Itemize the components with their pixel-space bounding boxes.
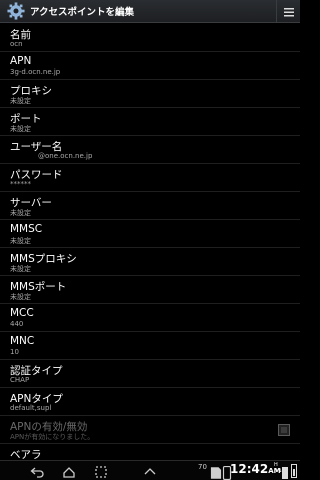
field-mnc[interactable]: MNC 10: [0, 332, 300, 360]
chevron-up-icon[interactable]: [143, 464, 157, 478]
field-mcc[interactable]: MCC 440: [0, 304, 300, 332]
system-navigation-bar: 70 12:42AM H ↑↓: [0, 460, 300, 480]
field-apn-type[interactable]: APNタイプ default,supl: [0, 388, 300, 416]
gear-icon[interactable]: [6, 1, 26, 21]
field-value: 未設定: [10, 237, 31, 245]
page-title: アクセスポイントを編集: [30, 7, 135, 18]
field-label: MNC: [10, 335, 35, 347]
field-password[interactable]: パスワード ******: [0, 164, 300, 192]
field-value: 未設定: [10, 125, 31, 133]
field-value: 未設定: [10, 265, 31, 273]
field-value: 未設定: [10, 97, 31, 105]
recent-apps-icon[interactable]: [94, 464, 108, 478]
field-label: MCC: [10, 307, 34, 319]
phone-icon: [220, 465, 232, 480]
field-mmsc[interactable]: MMSC 未設定: [0, 220, 300, 248]
field-port[interactable]: ポート 未設定: [0, 108, 300, 136]
field-value: 3g-d.ocn.ne.jp: [10, 68, 61, 76]
field-label: MMSC: [10, 223, 43, 235]
field-username[interactable]: ユーザー名 @one.ocn.ne.jp: [0, 136, 300, 164]
field-value: default,supl: [10, 404, 52, 412]
field-value: ******: [10, 180, 31, 188]
field-mms-port[interactable]: MMSポート 未設定: [0, 276, 300, 304]
apn-settings-list: 名前 ocn APN 3g-d.ocn.ne.jp プロキシ 未設定 ポート 未…: [0, 24, 300, 461]
field-value: 10: [10, 348, 19, 356]
field-proxy[interactable]: プロキシ 未設定: [0, 80, 300, 108]
field-value: 440: [10, 320, 24, 328]
field-label: APN: [10, 55, 32, 67]
signal-icon: [282, 464, 288, 479]
battery-icon: [291, 464, 297, 478]
back-icon[interactable]: [30, 464, 44, 478]
notification-count: 70: [198, 463, 207, 471]
action-bar: アクセスポイントを編集: [0, 0, 300, 23]
field-apn-enable[interactable]: APNの有効/無効 APNが有効になりました。: [0, 416, 300, 444]
field-value: @one.ocn.ne.jp: [38, 152, 93, 160]
apn-enable-checkbox[interactable]: [278, 424, 290, 436]
field-value: 未設定: [10, 209, 31, 217]
field-mms-proxy[interactable]: MMSプロキシ 未設定: [0, 248, 300, 276]
field-value: APNが有効になりました。: [10, 433, 95, 441]
field-bearer[interactable]: ベアラ: [0, 444, 300, 461]
field-apn[interactable]: APN 3g-d.ocn.ne.jp: [0, 52, 300, 80]
menu-icon[interactable]: [276, 0, 300, 23]
field-value: 未設定: [10, 293, 31, 301]
field-value: CHAP: [10, 376, 30, 384]
sd-card-icon: [209, 465, 222, 479]
field-name[interactable]: 名前 ocn: [0, 24, 300, 52]
field-auth-type[interactable]: 認証タイプ CHAP: [0, 360, 300, 388]
clock: 12:42AM: [230, 462, 281, 476]
field-server[interactable]: サーバー 未設定: [0, 192, 300, 220]
home-icon[interactable]: [62, 464, 76, 478]
field-value: ocn: [10, 40, 23, 48]
